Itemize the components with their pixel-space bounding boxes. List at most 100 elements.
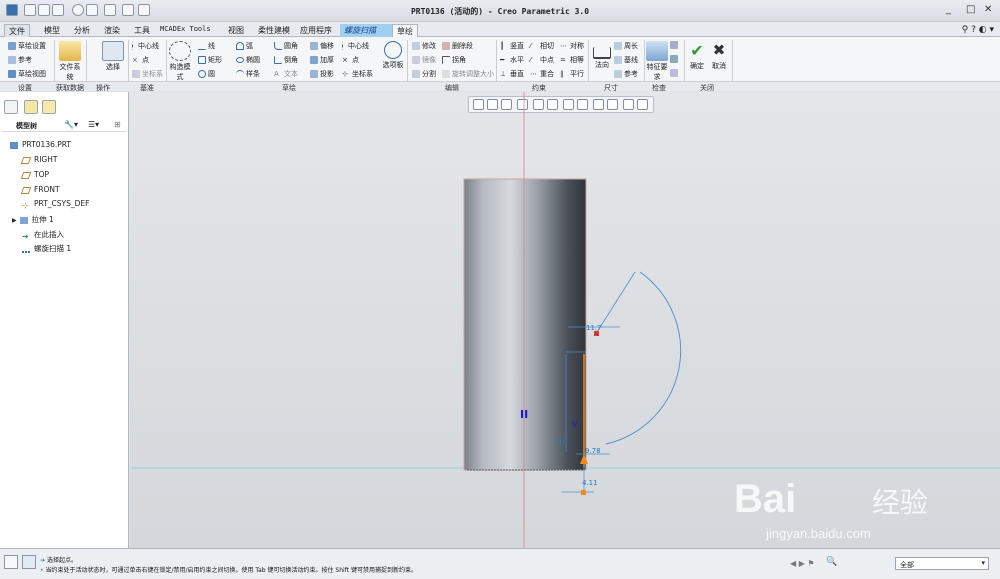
sketch-setup-button[interactable]: 草绘设置 — [8, 41, 46, 51]
parallel-constraint-button[interactable]: ∥ 平行 — [560, 69, 584, 79]
chamfer-button[interactable]: 倒角 — [274, 55, 298, 65]
file-system-button[interactable]: 文件系统 — [58, 41, 82, 82]
vertical-constraint-button[interactable]: ┃ 竖直 — [500, 41, 524, 51]
tab-tools[interactable]: 工具 — [130, 24, 154, 37]
inspect-open-ends-button[interactable] — [670, 69, 680, 77]
expand-arrow-icon[interactable]: ▶ — [12, 217, 17, 224]
close-icon[interactable]: ✕ — [984, 4, 992, 15]
tab-flexible-modeling[interactable]: 柔性建模 — [254, 24, 294, 37]
open-ends-icon — [670, 69, 678, 77]
inspect-overlap-button[interactable] — [670, 41, 680, 49]
tree-item-top[interactable]: TOP — [20, 170, 49, 179]
palette-button[interactable]: 选项板 — [382, 41, 404, 70]
tree-item-insert-here[interactable]: ➔ 在此插入 — [22, 229, 64, 241]
dim-11-7[interactable]: 11.7 — [586, 324, 602, 332]
spline-button[interactable]: 样条 — [236, 69, 260, 79]
tree-columns-icon[interactable]: ☰▾ — [88, 120, 99, 129]
tree-item-csys[interactable]: ⊹ PRT_CSYS_DEF — [22, 199, 89, 210]
tab-applications[interactable]: 应用程序 — [296, 24, 336, 37]
help-search-icons[interactable]: ⚲ ? ◐ ▾ — [962, 25, 994, 35]
equal-constraint-button[interactable]: = 相等 — [560, 55, 584, 65]
sketch-view-button[interactable]: 草绘视图 — [8, 69, 46, 79]
datum-csys-button[interactable]: 坐标系 — [132, 69, 163, 79]
text-button[interactable]: A 文本 — [274, 69, 298, 79]
overlap-icon — [670, 41, 678, 49]
vertical-constraint-symbol: V — [572, 420, 578, 429]
arc-button[interactable]: 弧 — [236, 41, 253, 51]
baseline-button[interactable]: 基线 — [614, 55, 638, 65]
dim-9-78[interactable]: 9.78 — [585, 447, 601, 455]
inspect-shade-button[interactable] — [670, 55, 680, 63]
favorites-tab-icon[interactable] — [42, 100, 56, 114]
selection-filter-dropdown[interactable]: 全部 ▾ — [895, 557, 989, 570]
offset-button[interactable]: 偏移 — [310, 41, 334, 51]
select-button[interactable]: 选择 — [101, 41, 125, 72]
tangent-constraint-button[interactable]: ⁄ 相切 — [530, 41, 554, 51]
datum-point-button[interactable]: × 点 — [132, 55, 149, 65]
ellipse-button[interactable]: 椭圆 — [236, 55, 260, 65]
horizontal-constraint-button[interactable]: ━ 水平 — [500, 55, 524, 65]
helical-sweep-icon — [22, 246, 30, 253]
construction-mode-button[interactable]: 构造模式 — [168, 41, 192, 82]
navigator-toggle-icon[interactable] — [4, 555, 18, 569]
playback-controls[interactable]: ◀ ▶ ⚑ — [790, 559, 815, 568]
model-tree-title: 模型树 — [16, 122, 37, 130]
references-button[interactable]: 参考 — [8, 55, 32, 65]
tree-item-extrude[interactable]: ▶ 拉伸 1 — [12, 214, 54, 225]
reference-dimension-button[interactable]: 参考 — [614, 69, 638, 79]
rectangle-button[interactable]: 矩形 — [198, 55, 222, 65]
tree-item-part[interactable]: PRT0136.PRT — [10, 140, 71, 149]
tree-item-front[interactable]: FRONT — [20, 185, 60, 194]
mirror-button[interactable]: 镜像 — [412, 55, 436, 65]
tab-helical-sweep[interactable]: 螺旋扫描 — [340, 24, 392, 37]
feature-requirements-button[interactable]: 特征要求 — [646, 41, 668, 82]
midpoint-constraint-button[interactable]: ⁄ 中点 — [530, 55, 554, 65]
ribbon-group-labels: 设置 获取数据 操作 基准 草绘 编辑 约束 尺寸 检查 关闭 — [0, 81, 1000, 92]
divide-button[interactable]: 分割 — [412, 69, 436, 79]
tab-view[interactable]: 视图 — [224, 24, 248, 37]
perpendicular-constraint-button[interactable]: ⊥ 垂直 — [500, 69, 524, 79]
tab-sketch[interactable]: 草绘 — [392, 24, 418, 37]
symmetric-constraint-button[interactable]: ⋯ 对称 — [560, 41, 584, 51]
tree-item-helical-sweep[interactable]: 螺旋扫描 1 — [22, 243, 71, 254]
cancel-button[interactable]: ✖ 取消 — [710, 41, 728, 71]
line-button[interactable]: 线 — [198, 41, 215, 51]
tab-file[interactable]: 文件 — [4, 24, 30, 37]
normal-dimension-button[interactable]: 法向 — [592, 41, 612, 70]
corner-button[interactable]: 拐角 — [442, 55, 466, 65]
model-tree-tab-icon[interactable] — [4, 100, 18, 114]
sketch-canvas[interactable]: 11.7 114 9.78 4.11 V II Bai 经验 jingyan.b… — [130, 92, 1000, 548]
reference-dimension-icon — [614, 70, 622, 78]
corner-icon — [442, 56, 450, 64]
sketch-view-icon — [8, 70, 16, 78]
datum-centerline-button[interactable]: 中心线 — [132, 41, 159, 51]
tab-render[interactable]: 渲染 — [100, 24, 124, 37]
tree-filter-icon[interactable]: ⊞ — [114, 120, 121, 129]
tree-item-right[interactable]: RIGHT — [20, 155, 57, 164]
circle-button[interactable]: 圆 — [198, 69, 215, 79]
tab-model[interactable]: 模型 — [40, 24, 64, 37]
minimize-icon[interactable]: _ — [946, 4, 951, 15]
end-point-marker[interactable] — [581, 490, 586, 495]
delete-segment-button[interactable]: 删除段 — [442, 41, 473, 51]
modify-button[interactable]: 修改 — [412, 41, 436, 51]
point-button[interactable]: × 点 — [342, 55, 359, 65]
tree-settings-icon[interactable]: 🔧▾ — [64, 120, 78, 129]
coincident-constraint-button[interactable]: ⋯ 重合 — [530, 69, 554, 79]
dim-4-11[interactable]: 4.11 — [582, 479, 598, 487]
ok-button[interactable]: ✔ 确定 — [688, 41, 706, 71]
find-icon[interactable]: 🔍 — [826, 557, 837, 567]
project-button[interactable]: 投影 — [310, 69, 334, 79]
fillet-button[interactable]: 圆角 — [274, 41, 298, 51]
maximize-icon[interactable]: □ — [966, 4, 975, 15]
thicken-button[interactable]: 加厚 — [310, 55, 334, 65]
folder-browser-tab-icon[interactable] — [24, 100, 38, 114]
browser-toggle-icon[interactable] — [22, 555, 36, 569]
centerline-button[interactable]: 中心线 — [342, 41, 369, 51]
tab-analysis[interactable]: 分析 — [70, 24, 94, 37]
csys-button[interactable]: ⊹ 坐标系 — [342, 69, 373, 79]
tab-mcadex-tools[interactable]: MCADEx Tools — [156, 24, 215, 37]
dim-114[interactable]: 114 — [554, 437, 568, 445]
perimeter-button[interactable]: 周长 — [614, 41, 638, 51]
rotate-resize-button[interactable]: 旋转调整大小 — [442, 69, 494, 79]
